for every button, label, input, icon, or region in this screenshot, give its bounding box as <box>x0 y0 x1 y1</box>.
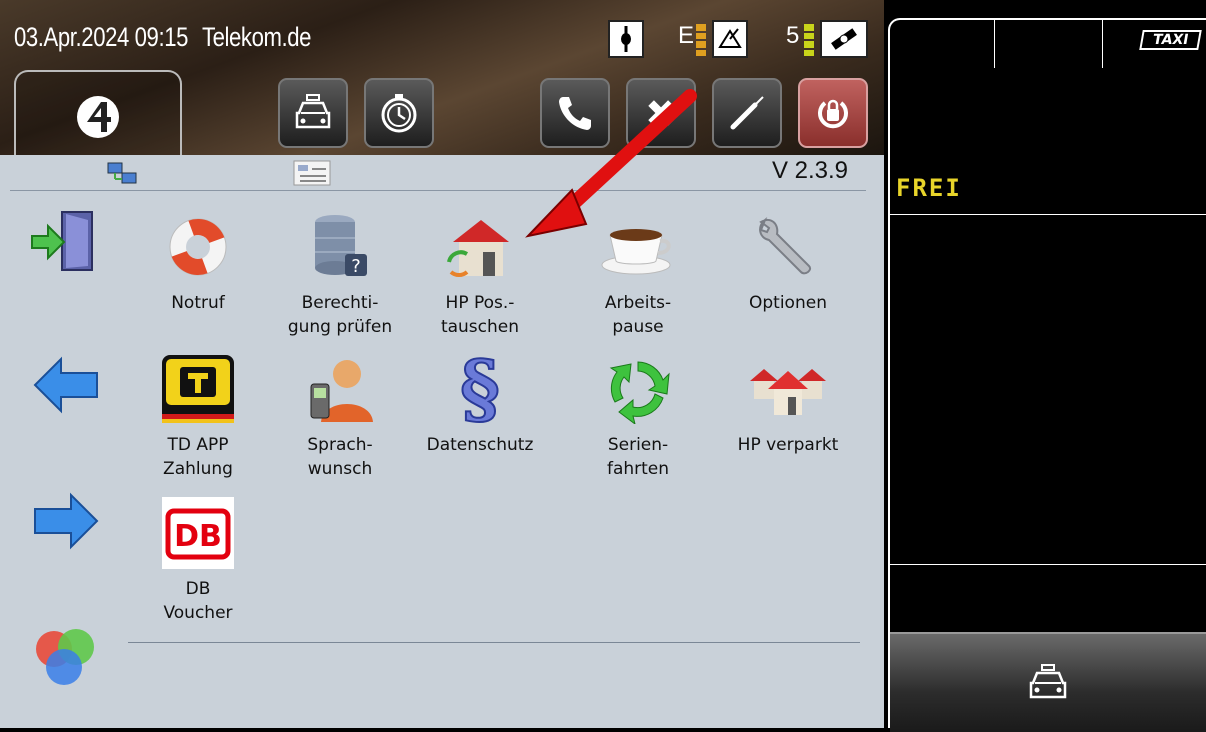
taxi-car-icon <box>1029 664 1067 699</box>
tile-label: HP Pos.- <box>445 293 515 313</box>
tile-berechtigung[interactable]: ? Berechti- gung prüfen <box>270 207 410 339</box>
tile-label: DB <box>185 579 211 599</box>
status-text: FREI <box>896 174 962 202</box>
tile-notruf[interactable]: Notruf <box>128 207 268 315</box>
home-logo-tab[interactable] <box>14 70 182 162</box>
forward-arrow-button[interactable] <box>26 481 106 561</box>
exit-door-icon <box>31 211 93 271</box>
tile-optionen[interactable]: Optionen <box>718 207 858 315</box>
stopwatch-icon <box>381 94 417 133</box>
message-card-icon <box>293 160 331 186</box>
tile-label-2: tauschen <box>440 317 520 337</box>
phone-button[interactable] <box>540 78 610 148</box>
color-circles-icon <box>36 629 94 685</box>
tile-label-2: gung prüfen <box>287 317 393 337</box>
person-phone-icon <box>310 360 373 422</box>
tile-label: Berechti- <box>301 293 379 313</box>
tile-label-2: Voucher <box>163 603 233 623</box>
datetime-carrier: 03.Apr.2024 09:15 Telekom.de <box>14 22 311 53</box>
divider <box>128 642 860 643</box>
taxi-action-button[interactable] <box>890 632 1206 732</box>
tile-sprachwunsch[interactable]: Sprach- wunsch <box>270 349 410 481</box>
svg-text:§: § <box>460 349 500 429</box>
tile-label-2: pause <box>612 317 664 337</box>
tile-label: Arbeits- <box>604 293 672 313</box>
database-question-icon: ? <box>315 215 367 277</box>
screwdriver-icon <box>730 96 764 130</box>
tile-label-2: fahrten <box>606 459 670 479</box>
tools-button[interactable] <box>712 78 782 148</box>
wrench-icon <box>759 217 811 275</box>
tile-label: Notruf <box>171 293 225 313</box>
houses-icon <box>750 369 826 415</box>
left-arrow-icon <box>33 356 98 414</box>
tile-label-2: Zahlung <box>163 459 233 479</box>
svg-text:DB: DB <box>174 519 222 554</box>
datetime-text: 03.Apr.2024 09:15 <box>14 22 189 52</box>
lifebuoy-icon <box>169 218 227 276</box>
color-circles-button[interactable] <box>26 617 106 697</box>
gps-antenna-icon <box>608 20 644 58</box>
tile-label: HP verparkt <box>737 435 839 455</box>
back-arrow-button[interactable] <box>26 345 106 425</box>
tile-label: TD APP <box>167 435 229 455</box>
right-arrow-icon <box>34 492 99 550</box>
satellite-button[interactable] <box>626 78 696 148</box>
tile-db-voucher[interactable]: DB DB Voucher <box>128 493 268 625</box>
paragraph-icon: § <box>459 349 501 429</box>
phone-icon <box>559 97 591 130</box>
taxi-car-icon <box>295 94 331 129</box>
satellite-icon <box>820 20 868 58</box>
divider <box>890 564 1206 565</box>
tile-arbeitspause[interactable]: Arbeits- pause <box>568 207 708 339</box>
tile-datenschutz[interactable]: § Datenschutz <box>410 349 550 457</box>
version-label: V 2.3.9 <box>771 157 848 184</box>
network-computers-icon <box>107 162 137 184</box>
tile-td-app[interactable]: TD APP Zahlung <box>128 349 268 481</box>
exit-button[interactable] <box>26 201 106 281</box>
timer-button[interactable] <box>364 78 434 148</box>
taxi-badge: TAXI <box>1138 30 1202 50</box>
tile-label: Sprach- <box>307 435 373 455</box>
td-app-icon <box>162 355 234 423</box>
recycle-icon <box>609 361 670 424</box>
gps-bars-icon <box>804 24 814 56</box>
carrier-text: Telekom.de <box>201 22 312 52</box>
main-menu-panel: V 2.3.9 Notruf ? Berechti- gung prüfen H… <box>0 155 884 728</box>
db-logo-icon: DB <box>162 497 234 569</box>
house-swap-icon <box>447 220 509 277</box>
tile-label: Datenschutz <box>426 435 534 455</box>
satellite-dish-icon <box>712 20 748 58</box>
divider <box>994 20 995 68</box>
tile-hp-pos-tauschen[interactable]: HP Pos.- tauschen <box>410 207 550 339</box>
taxi-button[interactable] <box>278 78 348 148</box>
sub-toolbar: V 2.3.9 <box>10 155 866 191</box>
divider <box>1102 20 1103 68</box>
power-lock-icon <box>818 99 848 129</box>
satellite-count: 5 <box>786 22 800 49</box>
tile-serienfahrten[interactable]: Serien- fahrten <box>568 349 708 481</box>
tile-hp-verparkt[interactable]: HP verparkt <box>718 349 858 457</box>
tile-label-2: wunsch <box>307 459 373 479</box>
svg-text:?: ? <box>351 256 361 277</box>
power-lock-button[interactable] <box>798 78 868 148</box>
top-header: 03.Apr.2024 09:15 Telekom.de E 5 <box>0 0 884 162</box>
status-panel: TAXI FREI <box>888 18 1206 732</box>
satellite-dish-button-icon <box>648 100 674 126</box>
signal-bars-icon <box>696 24 706 56</box>
network-e-label: E <box>678 22 695 49</box>
four-logo-icon <box>77 96 119 138</box>
coffee-cup-icon <box>601 229 671 275</box>
divider <box>890 214 1206 215</box>
tile-label: Optionen <box>749 293 827 313</box>
tile-label: Serien- <box>607 435 669 455</box>
